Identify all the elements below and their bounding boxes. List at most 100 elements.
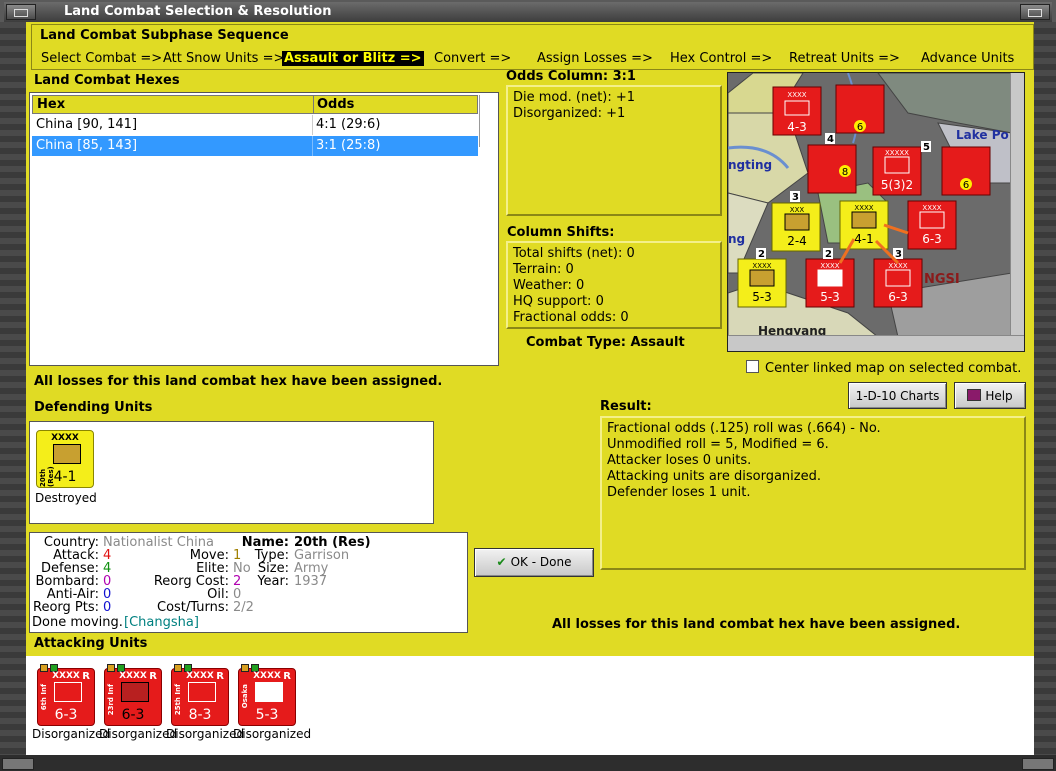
- hq-support-text: HQ support: 0: [513, 294, 604, 309]
- cost-turns-label: Cost/Turns:: [157, 600, 229, 615]
- odds-column-title: Odds Column: 3:1: [506, 69, 636, 84]
- unit-flag: R: [283, 671, 291, 682]
- garrison-symbol-icon: [53, 444, 81, 464]
- resize-grip-right[interactable]: [1022, 758, 1054, 770]
- column-shifts-box: Total shifts (net): 0 Terrain: 0 Weather…: [506, 241, 722, 329]
- year-label: Year:: [257, 574, 289, 589]
- phase-advance-units: Advance Units: [921, 51, 1015, 66]
- map-unit-strength: 4-1: [854, 232, 874, 246]
- result-line: Defender loses 1 unit.: [607, 485, 751, 500]
- attacking-unit-counter[interactable]: XXXX R 23rd Inf 6-3: [104, 664, 162, 726]
- phase-retreat-units: Retreat Units =>: [789, 51, 900, 66]
- window-bottom-bar: [0, 755, 1056, 771]
- map-label-ngsi: NGSI: [924, 272, 960, 287]
- phase-convert: Convert =>: [434, 51, 512, 66]
- unit-status: Destroyed: [35, 491, 97, 505]
- resize-grip-left[interactable]: [2, 758, 34, 770]
- year-value: 1937: [294, 574, 328, 589]
- map-label-lake: Lake Po: [956, 128, 1009, 142]
- ok-done-button[interactable]: ✔ OK - Done: [474, 548, 594, 577]
- unit-flag: R: [216, 671, 224, 682]
- odds-column-box: Die mod. (net): +1 Disorganized: +1: [506, 85, 722, 216]
- checkmark-icon: ✔: [496, 555, 507, 569]
- fractional-odds-text: Fractional odds: 0: [513, 310, 629, 325]
- column-header-odds[interactable]: Odds: [317, 97, 354, 112]
- map-unit[interactable]: XXXX 4-3: [772, 86, 822, 136]
- center-map-checkbox[interactable]: [746, 360, 759, 373]
- linked-map[interactable]: Lake Po ngting NGSI ng Hengyang XXXX 4-3…: [727, 72, 1025, 352]
- maximize-button[interactable]: [1020, 4, 1050, 20]
- charts-button-label: 1-D-10 Charts: [855, 389, 940, 403]
- map-unit[interactable]: XXXX 5-3: [737, 258, 787, 308]
- unit-strength: 5-3: [255, 707, 279, 723]
- help-button-label: Help: [985, 389, 1013, 403]
- map-unit-size: XXXXX: [885, 149, 909, 157]
- phase-att-snow-units: Att Snow Units =>: [163, 51, 285, 66]
- map-unit-strength: 4-3: [787, 120, 807, 134]
- map-unit[interactable]: 6: [941, 146, 991, 196]
- phase-assign-losses: Assign Losses =>: [537, 51, 653, 66]
- attacking-unit-counter[interactable]: XXXX R 6th Inf 6-3: [37, 664, 95, 726]
- map-stack-number: 3: [792, 192, 799, 203]
- column-shifts-title: Column Shifts:: [507, 225, 615, 240]
- result-box: Fractional odds (.125) roll was (.664) -…: [600, 416, 1026, 570]
- map-unit[interactable]: XXX 2-4: [771, 202, 821, 252]
- map-horizontal-scrollbar[interactable]: [728, 335, 1024, 351]
- attacking-unit-counter[interactable]: XXXX R 25th Inf 8-3: [171, 664, 229, 726]
- terrain-shift-text: Terrain: 0: [513, 262, 574, 277]
- result-line: Unmodified roll = 5, Modified = 6.: [607, 437, 829, 452]
- table-row-selected[interactable]: China [85, 143] 3:1 (25:8): [32, 136, 478, 156]
- left-frame-edge: [0, 22, 26, 762]
- map-canvas: Lake Po ngting NGSI ng Hengyang XXXX 4-3…: [728, 73, 1012, 337]
- help-button[interactable]: Help: [954, 382, 1026, 409]
- map-unit[interactable]: 6: [835, 84, 885, 134]
- infantry-symbol-icon: [54, 682, 82, 702]
- map-unit-size: XXX: [790, 206, 805, 214]
- map-unit-size: XXXX: [854, 204, 873, 212]
- book-icon: [967, 389, 982, 401]
- odds-cell: 3:1 (25:8): [316, 138, 381, 153]
- map-stack-number: 2: [825, 249, 832, 260]
- dialog-content: Land Combat Subphase Sequence Select Com…: [26, 22, 1034, 756]
- map-unit-size: XXXX: [820, 262, 839, 270]
- map-unit-size: XXXX: [888, 262, 907, 270]
- map-unit-strength: 5-3: [752, 290, 772, 304]
- center-map-option[interactable]: Center linked map on selected combat.: [746, 360, 1021, 376]
- title-bar[interactable]: Land Combat Selection & Resolution: [4, 2, 1052, 22]
- unit-name: Osaka: [241, 684, 249, 709]
- losses-assigned-message-bottom: All losses for this land combat hex have…: [552, 617, 961, 632]
- map-unit-strength: 6-3: [922, 232, 942, 246]
- phase-select-combat: Select Combat =>: [41, 51, 163, 66]
- map-unit[interactable]: XXXX 5-3: [805, 258, 855, 308]
- map-unit[interactable]: XXXX 6-3: [873, 258, 923, 308]
- charts-button[interactable]: 1-D-10 Charts: [848, 382, 947, 409]
- map-unit[interactable]: 8: [807, 144, 857, 194]
- result-line: Fractional odds (.125) roll was (.664) -…: [607, 421, 881, 436]
- phase-hex-control: Hex Control =>: [670, 51, 773, 66]
- map-label-ng: ng: [728, 232, 745, 246]
- window-icon: [14, 9, 28, 17]
- phase-assault-or-blitz: Assault or Blitz =>: [282, 51, 424, 66]
- defending-unit-counter[interactable]: XXXX 20th (Res) 4-1: [36, 430, 94, 488]
- result-line: Attacking units are disorganized.: [607, 469, 821, 484]
- combat-hexes-title: Land Combat Hexes: [34, 73, 180, 88]
- table-row[interactable]: China [90, 141] 4:1 (29:6): [32, 115, 478, 135]
- map-unit[interactable]: XXXX 4-1: [839, 200, 889, 250]
- result-line: Attacker loses 0 units.: [607, 453, 752, 468]
- map-vertical-scrollbar[interactable]: [1010, 73, 1024, 337]
- subphase-title: Land Combat Subphase Sequence: [40, 28, 289, 43]
- column-header-hex[interactable]: Hex: [37, 97, 65, 112]
- disorganized-text: Disorganized: +1: [513, 106, 626, 121]
- map-unit-size: XXXX: [922, 204, 941, 212]
- unit-info-panel: Country: Nationalist China Attack: 4 Def…: [29, 532, 468, 633]
- maximize-icon: [1028, 9, 1042, 17]
- unit-size: XXXX: [51, 433, 79, 443]
- map-unit[interactable]: XXXX 6-3: [907, 200, 957, 250]
- map-unit-strength: 6: [857, 122, 863, 133]
- unit-flag: R: [82, 671, 90, 682]
- attacking-unit-counter[interactable]: XXXX R Osaka 5-3: [238, 664, 296, 726]
- system-menu-button[interactable]: [6, 4, 36, 20]
- defending-units-title: Defending Units: [34, 400, 153, 415]
- unit-strength: 4-1: [53, 469, 77, 485]
- map-unit[interactable]: XXXXX 5(3)2: [872, 146, 922, 196]
